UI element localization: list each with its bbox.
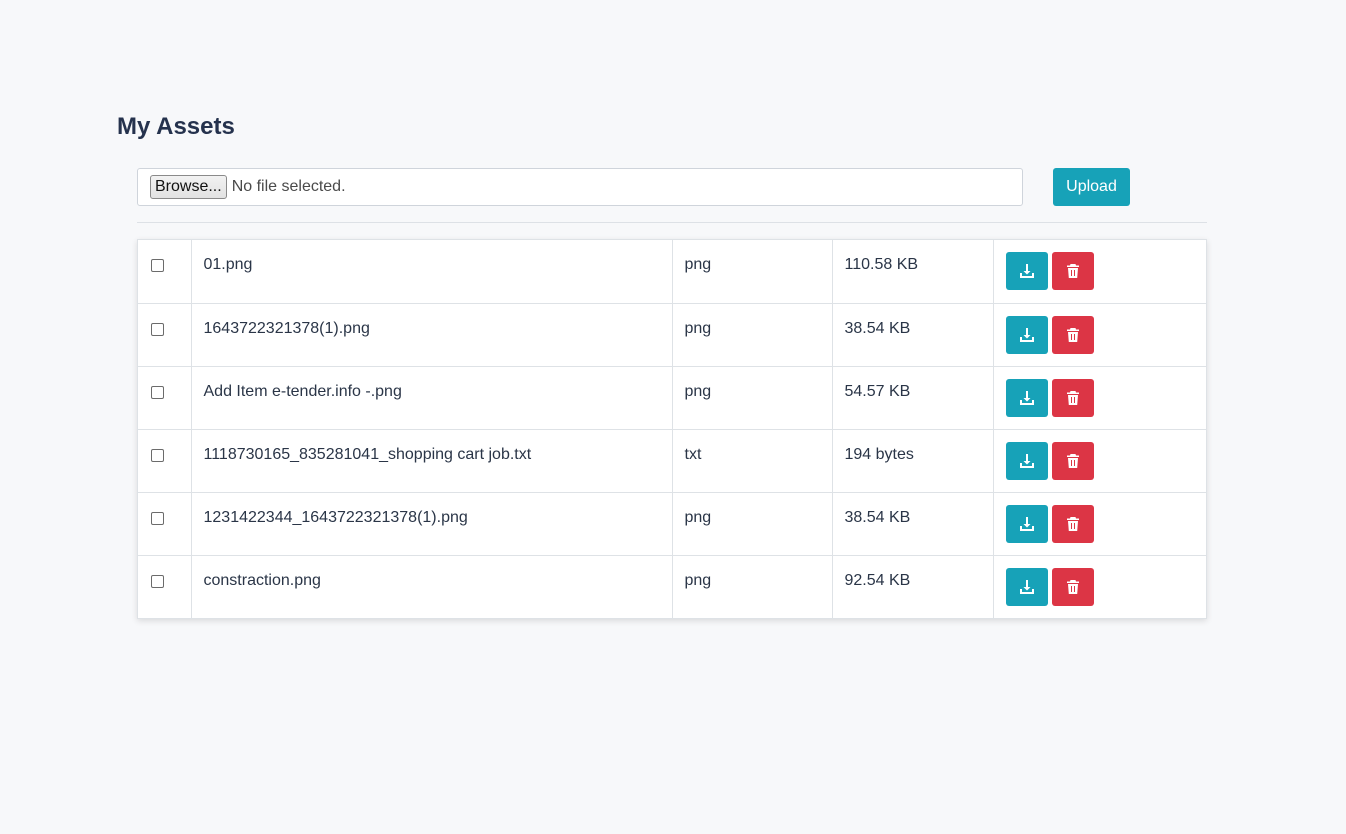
trash-icon [1066,579,1079,594]
delete-button[interactable] [1051,441,1094,480]
file-name: constraction.png [191,555,673,618]
table-row: 01.png png 110.58 KB [138,240,1206,304]
download-icon [1019,516,1034,531]
trash-icon [1066,390,1079,405]
table-row: 1643722321378(1).png png 38.54 KB [138,303,1206,367]
trash-icon [1066,453,1079,468]
file-type: png [672,240,833,304]
file-type: png [672,366,833,430]
trash-icon [1066,516,1079,531]
download-icon [1019,453,1034,468]
file-input[interactable]: Browse... No file selected. [137,168,1023,206]
file-name: Add Item e-tender.info -.png [191,366,673,430]
divider [137,222,1207,223]
assets-table: 01.png png 110.58 KB 1643722321378(1).pn… [137,239,1207,619]
delete-button[interactable] [1051,504,1094,543]
file-size: 194 bytes [832,429,994,493]
row-checkbox[interactable] [151,322,164,336]
table-row: 1118730165_835281041_shopping cart job.t… [138,429,1206,493]
table-row: constraction.png png 92.54 KB [138,555,1206,618]
download-icon [1019,264,1034,278]
file-type: txt [672,429,833,493]
file-name: 01.png [191,240,673,304]
download-button[interactable] [1005,252,1048,290]
row-checkbox[interactable] [151,259,164,272]
upload-button[interactable]: Upload [1053,168,1130,206]
download-icon [1019,327,1034,342]
download-icon [1019,579,1034,594]
file-status-text: No file selected. [231,178,346,195]
file-type: png [672,555,833,618]
file-size: 92.54 KB [832,555,994,618]
file-name: 1118730165_835281041_shopping cart job.t… [191,429,673,493]
file-size: 110.58 KB [832,240,994,304]
file-name: 1643722321378(1).png [191,303,673,367]
file-size: 54.57 KB [832,366,994,430]
trash-icon [1066,264,1079,278]
row-checkbox[interactable] [151,574,164,588]
file-type: png [672,492,833,556]
download-button[interactable] [1005,504,1048,543]
delete-button[interactable] [1051,567,1094,606]
file-type: png [672,303,833,367]
browse-button[interactable]: Browse... [150,175,227,199]
file-name: 1231422344_1643722321378(1).png [191,492,673,556]
delete-button[interactable] [1051,315,1094,354]
download-button[interactable] [1005,315,1048,354]
row-checkbox[interactable] [151,511,164,525]
page-title: My Assets [117,113,235,140]
table-row: Add Item e-tender.info -.png png 54.57 K… [138,366,1206,430]
download-icon [1019,390,1034,405]
download-button[interactable] [1005,441,1048,480]
row-checkbox[interactable] [151,385,164,399]
file-size: 38.54 KB [832,492,994,556]
download-button[interactable] [1005,378,1048,417]
row-checkbox[interactable] [151,448,164,462]
download-button[interactable] [1005,567,1048,606]
delete-button[interactable] [1051,378,1094,417]
table-row: 1231422344_1643722321378(1).png png 38.5… [138,492,1206,556]
delete-button[interactable] [1051,252,1094,290]
trash-icon [1066,327,1079,342]
upload-form: Browse... No file selected. Upload [137,168,1207,206]
file-size: 38.54 KB [832,303,994,367]
